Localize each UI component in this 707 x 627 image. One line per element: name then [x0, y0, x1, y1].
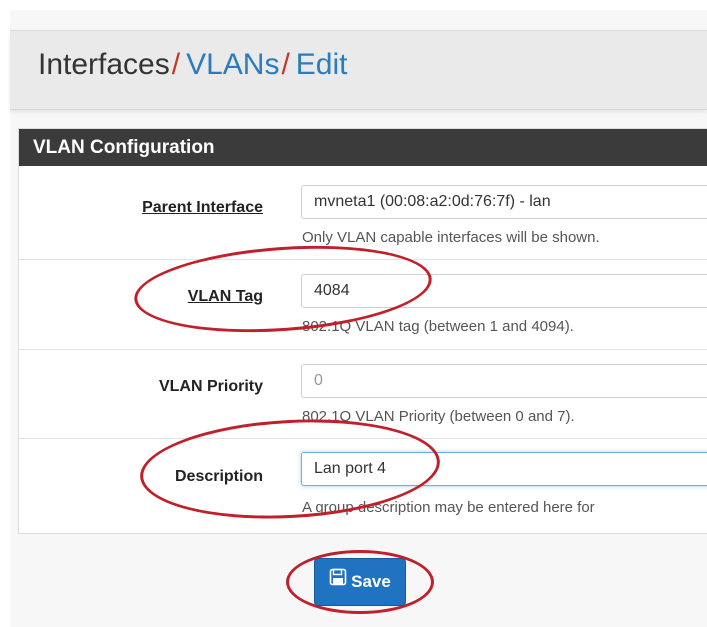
row-vlan-tag: VLAN Tag 4084 802.1Q VLAN tag (between 1… [19, 260, 707, 350]
row-description: Description Lan port 4 A group descripti… [19, 439, 707, 531]
row-parent-interface: Parent Interface mvneta1 (00:08:a2:0d:76… [19, 167, 707, 260]
breadcrumb-edit-link[interactable]: Edit [296, 48, 348, 81]
vlan-tag-label: VLAN Tag [187, 288, 263, 305]
vlan-priority-label: VLAN Priority [158, 378, 263, 395]
description-help: A group description may be entered here … [302, 499, 595, 516]
vlan-tag-help: 802.1Q VLAN tag (between 1 and 4094). [302, 318, 574, 335]
vlan-tag-input[interactable]: 4084 [301, 274, 707, 308]
breadcrumb-separator: / [281, 48, 290, 81]
breadcrumb-interfaces: Interfaces [38, 48, 170, 81]
vlan-priority-input[interactable]: 0 [301, 364, 707, 398]
row-vlan-priority: VLAN Priority 0 802.1Q VLAN Priority (be… [19, 350, 707, 439]
save-button-label: Save [351, 572, 391, 591]
breadcrumb: Interfaces/VLANs/Edit [38, 47, 348, 83]
panel-title: VLAN Configuration [19, 129, 707, 166]
vlan-priority-help: 802.1Q VLAN Priority (between 0 and 7). [302, 408, 575, 425]
save-button[interactable]: Save [314, 558, 406, 606]
breadcrumb-vlans-link[interactable]: VLANs [186, 48, 279, 81]
parent-interface-help: Only VLAN capable interfaces will be sho… [302, 229, 600, 246]
description-input[interactable]: Lan port 4 [301, 452, 707, 486]
breadcrumb-separator: / [171, 48, 181, 81]
parent-interface-label: Parent Interface [142, 199, 263, 216]
description-label: Description [174, 468, 263, 485]
parent-interface-select[interactable]: mvneta1 (00:08:a2:0d:76:7f) - lan [301, 185, 707, 219]
save-icon [329, 558, 347, 604]
breadcrumb-bar: Interfaces/VLANs/Edit [10, 30, 707, 110]
vlan-configuration-panel: VLAN Configuration Parent Interface mvne… [18, 128, 707, 534]
